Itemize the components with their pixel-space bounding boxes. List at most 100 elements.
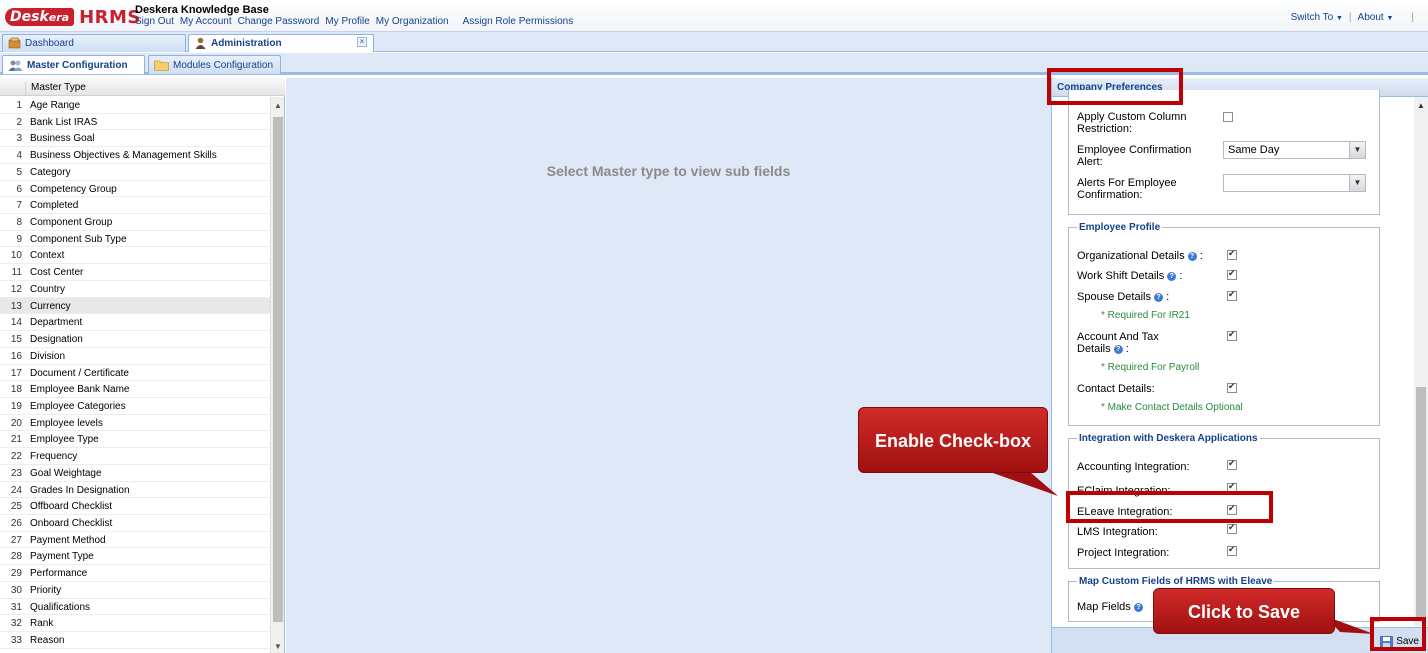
my-profile-link[interactable]: My Profile	[325, 16, 369, 27]
master-type-name: Division	[30, 350, 66, 362]
preferences-scroll-thumb[interactable]	[1416, 387, 1426, 617]
table-row[interactable]: 3 Business Goal	[0, 130, 270, 148]
tab-administration[interactable]: Administration ×	[188, 34, 374, 52]
help-icon[interactable]: ?	[1187, 251, 1197, 261]
company-preferences-highlight	[1047, 68, 1183, 105]
employee-profile-fieldset: Employee Profile Organizational Details …	[1068, 222, 1380, 426]
help-icon[interactable]: ?	[1154, 292, 1164, 302]
table-row[interactable]: 10 Context	[0, 247, 270, 265]
alerts-for-employee-confirmation-select[interactable]: ▼	[1223, 174, 1366, 192]
master-type-name: Competency Group	[30, 183, 117, 195]
table-row[interactable]: 32 Rank	[0, 615, 270, 632]
switch-to-menu[interactable]: Switch To ▼	[1291, 12, 1343, 23]
about-menu[interactable]: About ▼	[1358, 12, 1394, 23]
help-icon[interactable]: ?	[1133, 602, 1143, 612]
master-type-name: Qualifications	[30, 601, 91, 613]
assign-role-permissions-link[interactable]: Assign Role Permissions	[463, 16, 574, 27]
table-row[interactable]: 25 Offboard Checklist	[0, 498, 270, 515]
master-type-name: Performance	[30, 568, 88, 580]
map-fields-label: Map Fields ?	[1077, 601, 1143, 613]
table-row[interactable]: 19 Employee Categories	[0, 398, 270, 415]
tab-dashboard[interactable]: Dashboard	[2, 34, 186, 52]
table-row[interactable]: 5 Category	[0, 164, 270, 181]
my-organization-link[interactable]: My Organization	[376, 16, 449, 27]
master-type-name: Completed	[30, 200, 79, 212]
chevron-down-icon[interactable]: ▼	[1349, 142, 1365, 158]
tab-master-configuration[interactable]: Master Configuration	[2, 55, 145, 74]
account-tax-details-checkbox[interactable]	[1227, 329, 1237, 341]
work-shift-details-checkbox[interactable]	[1227, 268, 1237, 280]
table-row[interactable]: 4 Business Objectives & Management Skills	[0, 147, 270, 164]
table-row[interactable]: 24 Grades In Designation	[0, 482, 270, 499]
apply-custom-column-label: Apply Custom Column Restriction:	[1077, 111, 1187, 135]
contact-details-checkbox[interactable]	[1227, 381, 1237, 393]
master-type-column-header[interactable]: Master Type	[25, 82, 268, 96]
row-number: 2	[16, 116, 22, 128]
grid-rows: 1 Age Range 2 Bank List IRAS 3 Business Goal 4…	[0, 97, 270, 649]
table-row[interactable]: 29 Performance	[0, 565, 270, 582]
tab-modules-configuration-label: Modules Configuration	[173, 60, 274, 71]
row-number: 26	[10, 517, 22, 529]
table-row[interactable]: 7 Completed	[0, 197, 270, 215]
table-row[interactable]: 14 Department	[0, 314, 270, 332]
row-number: 11	[11, 267, 22, 279]
scroll-up-icon[interactable]: ▲	[1417, 101, 1425, 110]
grid-scrollbar[interactable]: ▲ ▼	[270, 97, 284, 653]
table-row[interactable]: 33 Reason	[0, 632, 270, 649]
row-number: 6	[16, 183, 22, 195]
row-number: 31	[10, 601, 22, 613]
table-row[interactable]: 11 Cost Center	[0, 264, 270, 281]
table-row[interactable]: 17 Document / Certificate	[0, 365, 270, 382]
separator: |	[1411, 12, 1414, 23]
table-row[interactable]: 30 Priority	[0, 582, 270, 599]
table-row[interactable]: 22 Frequency	[0, 448, 270, 465]
table-row[interactable]: 28 Payment Type	[0, 548, 270, 566]
scroll-up-icon[interactable]: ▲	[274, 101, 282, 110]
master-type-name: Rank	[30, 618, 54, 630]
table-row[interactable]: 31 Qualifications	[0, 599, 270, 616]
table-row[interactable]: 9 Component Sub Type	[0, 231, 270, 248]
grid-scroll-thumb[interactable]	[273, 117, 283, 622]
row-number: 27	[10, 534, 22, 546]
close-icon[interactable]: ×	[357, 37, 367, 47]
spouse-details-checkbox[interactable]	[1227, 289, 1237, 301]
accounting-integration-checkbox[interactable]	[1227, 458, 1237, 470]
sign-out-link[interactable]: Sign Out	[135, 16, 174, 27]
preferences-scrollbar[interactable]: ▲	[1414, 97, 1428, 627]
table-row[interactable]: 2 Bank List IRAS	[0, 114, 270, 131]
row-number: 1	[16, 100, 22, 111]
tab-modules-configuration[interactable]: Modules Configuration	[148, 55, 281, 74]
my-account-link[interactable]: My Account	[180, 16, 232, 27]
chevron-down-icon: ▼	[1335, 15, 1343, 22]
table-row[interactable]: 27 Payment Method	[0, 532, 270, 549]
table-row[interactable]: 20 Employee levels	[0, 415, 270, 432]
row-number: 25	[10, 501, 22, 513]
help-icon[interactable]: ?	[1113, 344, 1123, 354]
table-row[interactable]: 23 Goal Weightage	[0, 465, 270, 482]
table-row[interactable]: 1 Age Range	[0, 97, 270, 114]
scroll-down-icon[interactable]: ▼	[274, 642, 282, 651]
organizational-details-checkbox[interactable]	[1227, 248, 1237, 260]
tab-master-configuration-label: Master Configuration	[27, 60, 128, 71]
master-type-name: Currency	[30, 300, 71, 312]
table-row[interactable]: 26 Onboard Checklist	[0, 515, 270, 532]
table-row[interactable]: 18 Employee Bank Name	[0, 381, 270, 398]
row-number: 33	[10, 635, 22, 646]
chevron-down-icon[interactable]: ▼	[1349, 175, 1365, 191]
row-number: 8	[16, 217, 22, 229]
main-tab-bar: Dashboard Administration ×	[0, 32, 1428, 52]
table-row[interactable]: 15 Designation	[0, 331, 270, 348]
employee-confirmation-alert-select[interactable]: Same Day ▼	[1223, 141, 1366, 159]
table-row[interactable]: 13 Currency	[0, 297, 270, 315]
table-row[interactable]: 8 Component Group	[0, 214, 270, 231]
change-password-link[interactable]: Change Password	[238, 16, 320, 27]
apply-custom-column-checkbox[interactable]	[1223, 112, 1233, 122]
project-integration-checkbox[interactable]	[1227, 544, 1237, 556]
table-row[interactable]: 21 Employee Type	[0, 431, 270, 449]
table-row[interactable]: 12 Country	[0, 281, 270, 298]
help-icon[interactable]: ?	[1167, 271, 1177, 281]
table-row[interactable]: 6 Competency Group	[0, 181, 270, 198]
table-row[interactable]: 16 Division	[0, 348, 270, 365]
lms-integration-checkbox[interactable]	[1227, 522, 1237, 534]
row-number: 32	[10, 618, 22, 630]
